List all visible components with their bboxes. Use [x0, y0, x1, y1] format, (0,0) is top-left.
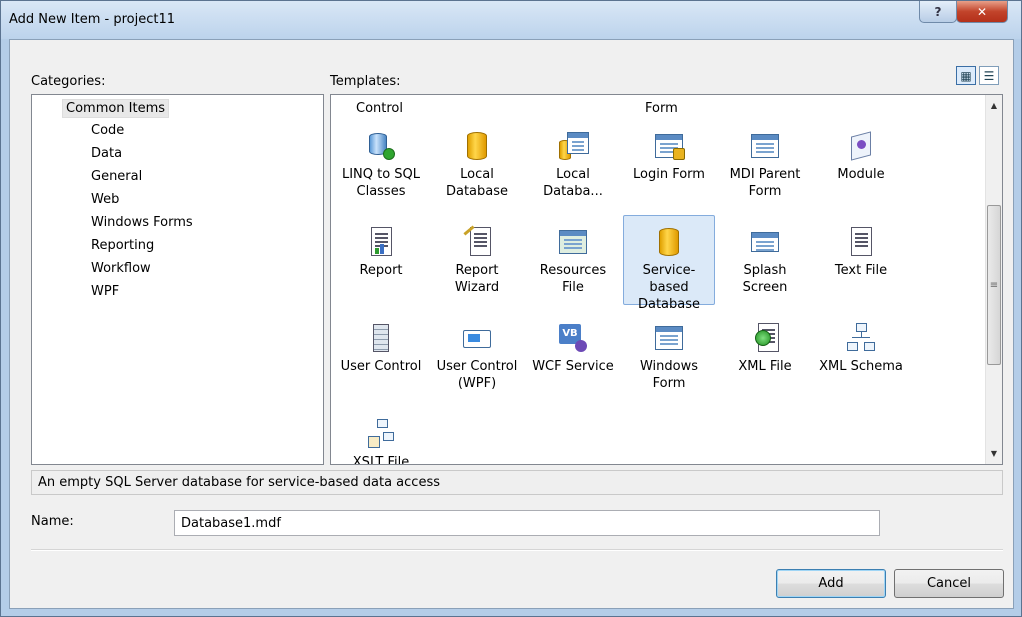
help-button[interactable]: ? — [919, 1, 957, 23]
template-label: XML File — [738, 359, 792, 374]
wcf-service-icon: VB — [557, 322, 589, 354]
tree-item-reporting[interactable]: Reporting — [88, 237, 157, 254]
add-button[interactable]: Add — [776, 569, 886, 598]
template-resources-file[interactable]: Resources File — [527, 215, 619, 305]
templates-scrollbar[interactable]: ▲ ≡ ▼ — [985, 95, 1002, 464]
template-mdi-parent-form[interactable]: MDI Parent Form — [719, 119, 811, 209]
template-label: Report — [359, 263, 403, 278]
template-linq-to-sql-classes[interactable]: LINQ to SQL Classes — [335, 119, 427, 209]
template-module[interactable]: Module — [815, 119, 907, 209]
template-label: XSLT File — [352, 455, 410, 465]
template-local-database[interactable]: Local Database — [431, 119, 523, 209]
text-file-icon — [845, 226, 877, 258]
template-label: User Control — [340, 359, 422, 374]
database-icon — [461, 130, 493, 162]
template-label: Service-based Database — [637, 263, 701, 312]
templates-list[interactable]: Control Form LINQ to SQL Classes Local D… — [330, 94, 1003, 465]
categories-tree[interactable]: Common Items Code Data General Web Windo… — [31, 94, 324, 465]
group-header-form: Form — [645, 101, 678, 116]
tree-item-common-items[interactable]: Common Items — [62, 99, 170, 118]
template-xml-schema[interactable]: XML Schema — [815, 311, 907, 401]
template-xml-file[interactable]: XML File — [719, 311, 811, 401]
linq-to-sql-icon — [365, 130, 397, 162]
login-form-icon — [653, 130, 685, 162]
wpf-control-icon — [461, 322, 493, 354]
dialog-body: Categories: Templates: ▦ ☰ Common Items … — [9, 39, 1014, 609]
cancel-button[interactable]: Cancel — [894, 569, 1004, 598]
template-label: LINQ to SQL Classes — [341, 167, 421, 199]
divider — [31, 549, 1003, 551]
small-icons-view-button[interactable]: ☰ — [979, 66, 999, 85]
template-xslt-file[interactable]: XSLT File — [335, 407, 427, 465]
database-icon — [653, 226, 685, 258]
template-splash-screen[interactable]: Splash Screen — [719, 215, 811, 305]
tree-item-wpf[interactable]: WPF — [88, 283, 122, 300]
template-wcf-service[interactable]: VB WCF Service — [527, 311, 619, 401]
close-icon: ✕ — [976, 4, 988, 19]
dataset-icon — [557, 130, 589, 162]
tree-item-workflow[interactable]: Workflow — [88, 260, 154, 277]
xslt-file-icon — [365, 418, 397, 450]
tree-item-data[interactable]: Data — [88, 145, 125, 162]
template-label: XML Schema — [819, 359, 903, 374]
title-bar[interactable]: Add New Item - project11 ? ✕ — [1, 1, 1021, 39]
tree-item-windows-forms[interactable]: Windows Forms — [88, 214, 196, 231]
tree-item-general[interactable]: General — [88, 168, 145, 185]
tree-item-web[interactable]: Web — [88, 191, 122, 208]
template-report-wizard[interactable]: Report Wizard — [431, 215, 523, 305]
template-label: Text File — [834, 263, 888, 278]
scroll-thumb[interactable]: ≡ — [987, 205, 1001, 365]
templates-label: Templates: — [330, 74, 401, 89]
xml-file-icon — [749, 322, 781, 354]
list-view-icon: ☰ — [983, 68, 995, 83]
mdi-form-icon — [749, 130, 781, 162]
categories-label: Categories: — [31, 74, 106, 89]
name-input[interactable] — [174, 510, 880, 536]
template-windows-form[interactable]: Windows Form — [623, 311, 715, 401]
resources-icon — [557, 226, 589, 258]
template-text-file[interactable]: Text File — [815, 215, 907, 305]
large-icons-icon: ▦ — [960, 68, 972, 83]
template-label: Resources File — [539, 263, 607, 295]
report-icon — [365, 226, 397, 258]
template-label: Windows Form — [639, 359, 699, 391]
template-user-control[interactable]: User Control — [335, 311, 427, 401]
large-icons-view-button[interactable]: ▦ — [956, 66, 976, 85]
template-label: Login Form — [633, 167, 705, 182]
tree-item-code[interactable]: Code — [88, 122, 127, 139]
splash-screen-icon — [749, 226, 781, 258]
scroll-down-arrow-icon[interactable]: ▼ — [986, 445, 1002, 462]
user-control-icon — [365, 322, 397, 354]
template-user-control-wpf[interactable]: User Control (WPF) — [431, 311, 523, 401]
template-label: Module — [837, 167, 885, 182]
help-icon: ? — [934, 4, 942, 19]
template-label: Local Databa... — [543, 167, 603, 199]
template-label: Local Database — [445, 167, 509, 199]
window-title: Add New Item - project11 — [9, 12, 175, 27]
template-description: An empty SQL Server database for service… — [31, 470, 1003, 495]
template-label: Splash Screen — [742, 263, 788, 295]
group-header-control: Control — [356, 101, 403, 116]
close-button[interactable]: ✕ — [956, 1, 1008, 23]
name-label: Name: — [31, 514, 74, 529]
template-login-form[interactable]: Login Form — [623, 119, 715, 209]
template-report[interactable]: Report — [335, 215, 427, 305]
template-service-based-database[interactable]: Service-based Database — [623, 215, 715, 312]
template-label: User Control (WPF) — [436, 359, 518, 391]
template-label: WCF Service — [532, 359, 614, 374]
module-icon — [845, 130, 877, 162]
template-label: Report Wizard — [454, 263, 500, 295]
add-new-item-dialog: Add New Item - project11 ? ✕ Categories:… — [0, 0, 1022, 617]
template-label: MDI Parent Form — [729, 167, 801, 199]
xml-schema-icon — [845, 322, 877, 354]
report-wizard-icon — [461, 225, 493, 258]
template-local-database-cache[interactable]: Local Databa... — [527, 119, 619, 209]
windows-form-icon — [653, 322, 685, 354]
scroll-up-arrow-icon[interactable]: ▲ — [986, 97, 1002, 114]
